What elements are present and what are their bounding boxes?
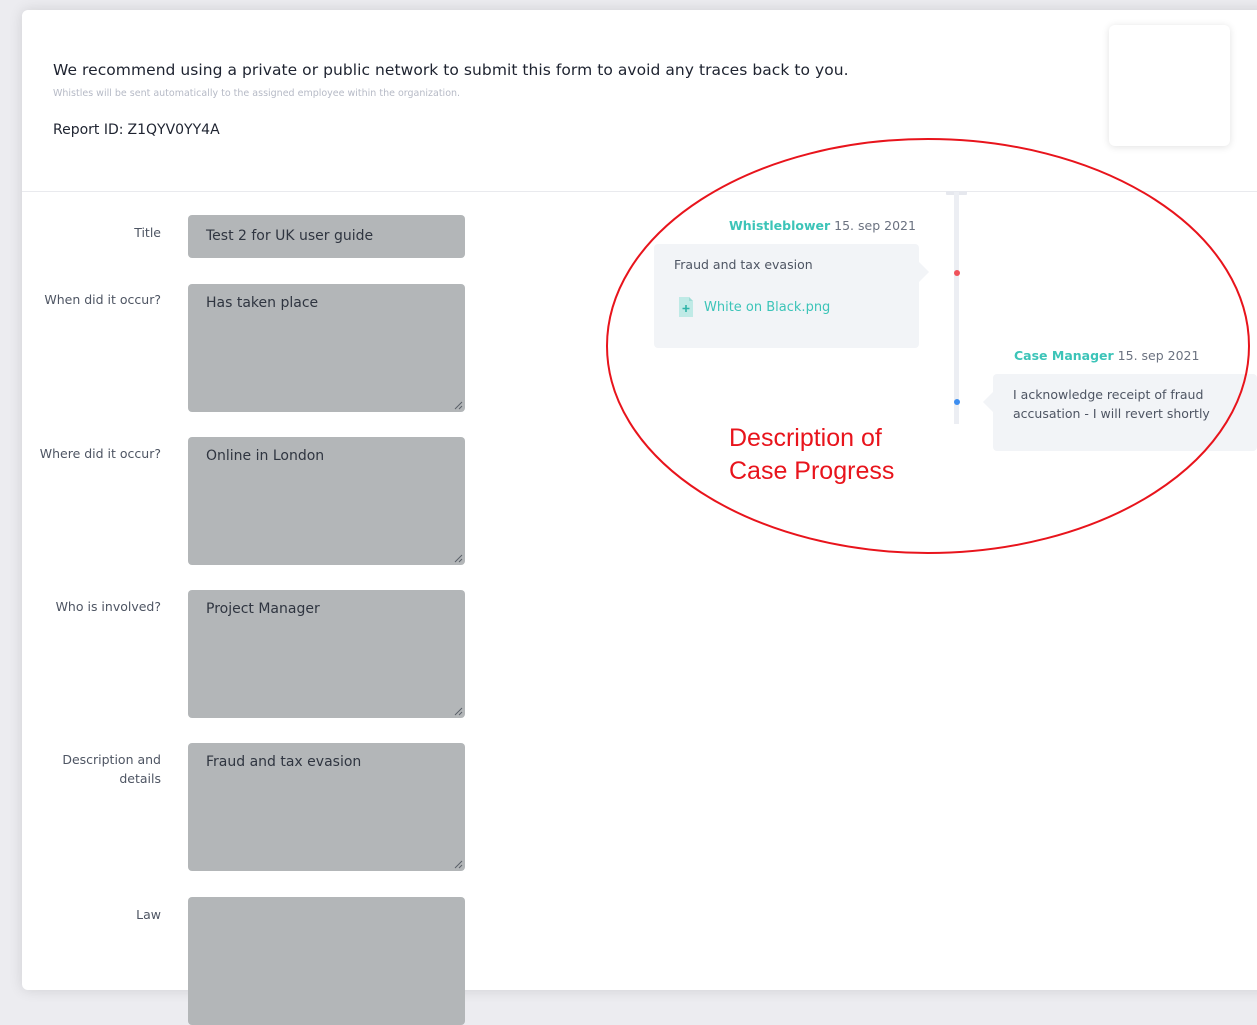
description-label-line2: details	[119, 771, 161, 786]
report-id-label: Report ID:	[53, 122, 124, 138]
law-textarea[interactable]	[188, 897, 465, 1025]
when-label: When did it occur?	[44, 292, 161, 307]
resize-grip-icon[interactable]	[453, 859, 463, 869]
resize-grip-icon[interactable]	[453, 553, 463, 563]
who-label: Who is involved?	[55, 599, 161, 614]
report-id: Report ID: Z1QYV0YY4A	[53, 122, 220, 138]
description-textarea[interactable]: Fraud and tax evasion	[188, 743, 465, 871]
annotation-line1: Description of	[729, 424, 882, 452]
annotation-line2: Case Progress	[729, 457, 895, 485]
where-value: Online in London	[206, 448, 325, 464]
resize-grip-icon[interactable]	[453, 706, 463, 716]
law-label: Law	[136, 907, 161, 922]
title-input[interactable]: Test 2 for UK user guide	[188, 215, 465, 258]
where-textarea[interactable]: Online in London	[188, 437, 465, 565]
resize-grip-icon[interactable]	[453, 400, 463, 410]
annotation-ellipse	[606, 138, 1250, 554]
organization-logo	[1109, 25, 1230, 146]
when-textarea[interactable]: Has taken place	[188, 284, 465, 412]
title-label: Title	[134, 225, 161, 240]
annotation-label: Description of Case Progress	[729, 422, 894, 488]
description-label: Description and details	[21, 750, 161, 788]
who-value: Project Manager	[206, 601, 320, 617]
page-subtitle: Whistles will be sent automatically to t…	[53, 88, 461, 99]
page-title: We recommend using a private or public n…	[53, 61, 849, 79]
description-label-line1: Description and	[62, 752, 161, 767]
who-textarea[interactable]: Project Manager	[188, 590, 465, 718]
report-id-value: Z1QYV0YY4A	[127, 122, 220, 138]
when-value: Has taken place	[206, 295, 319, 311]
title-value: Test 2 for UK user guide	[206, 228, 374, 244]
description-value: Fraud and tax evasion	[206, 754, 362, 770]
where-label: Where did it occur?	[39, 446, 161, 461]
